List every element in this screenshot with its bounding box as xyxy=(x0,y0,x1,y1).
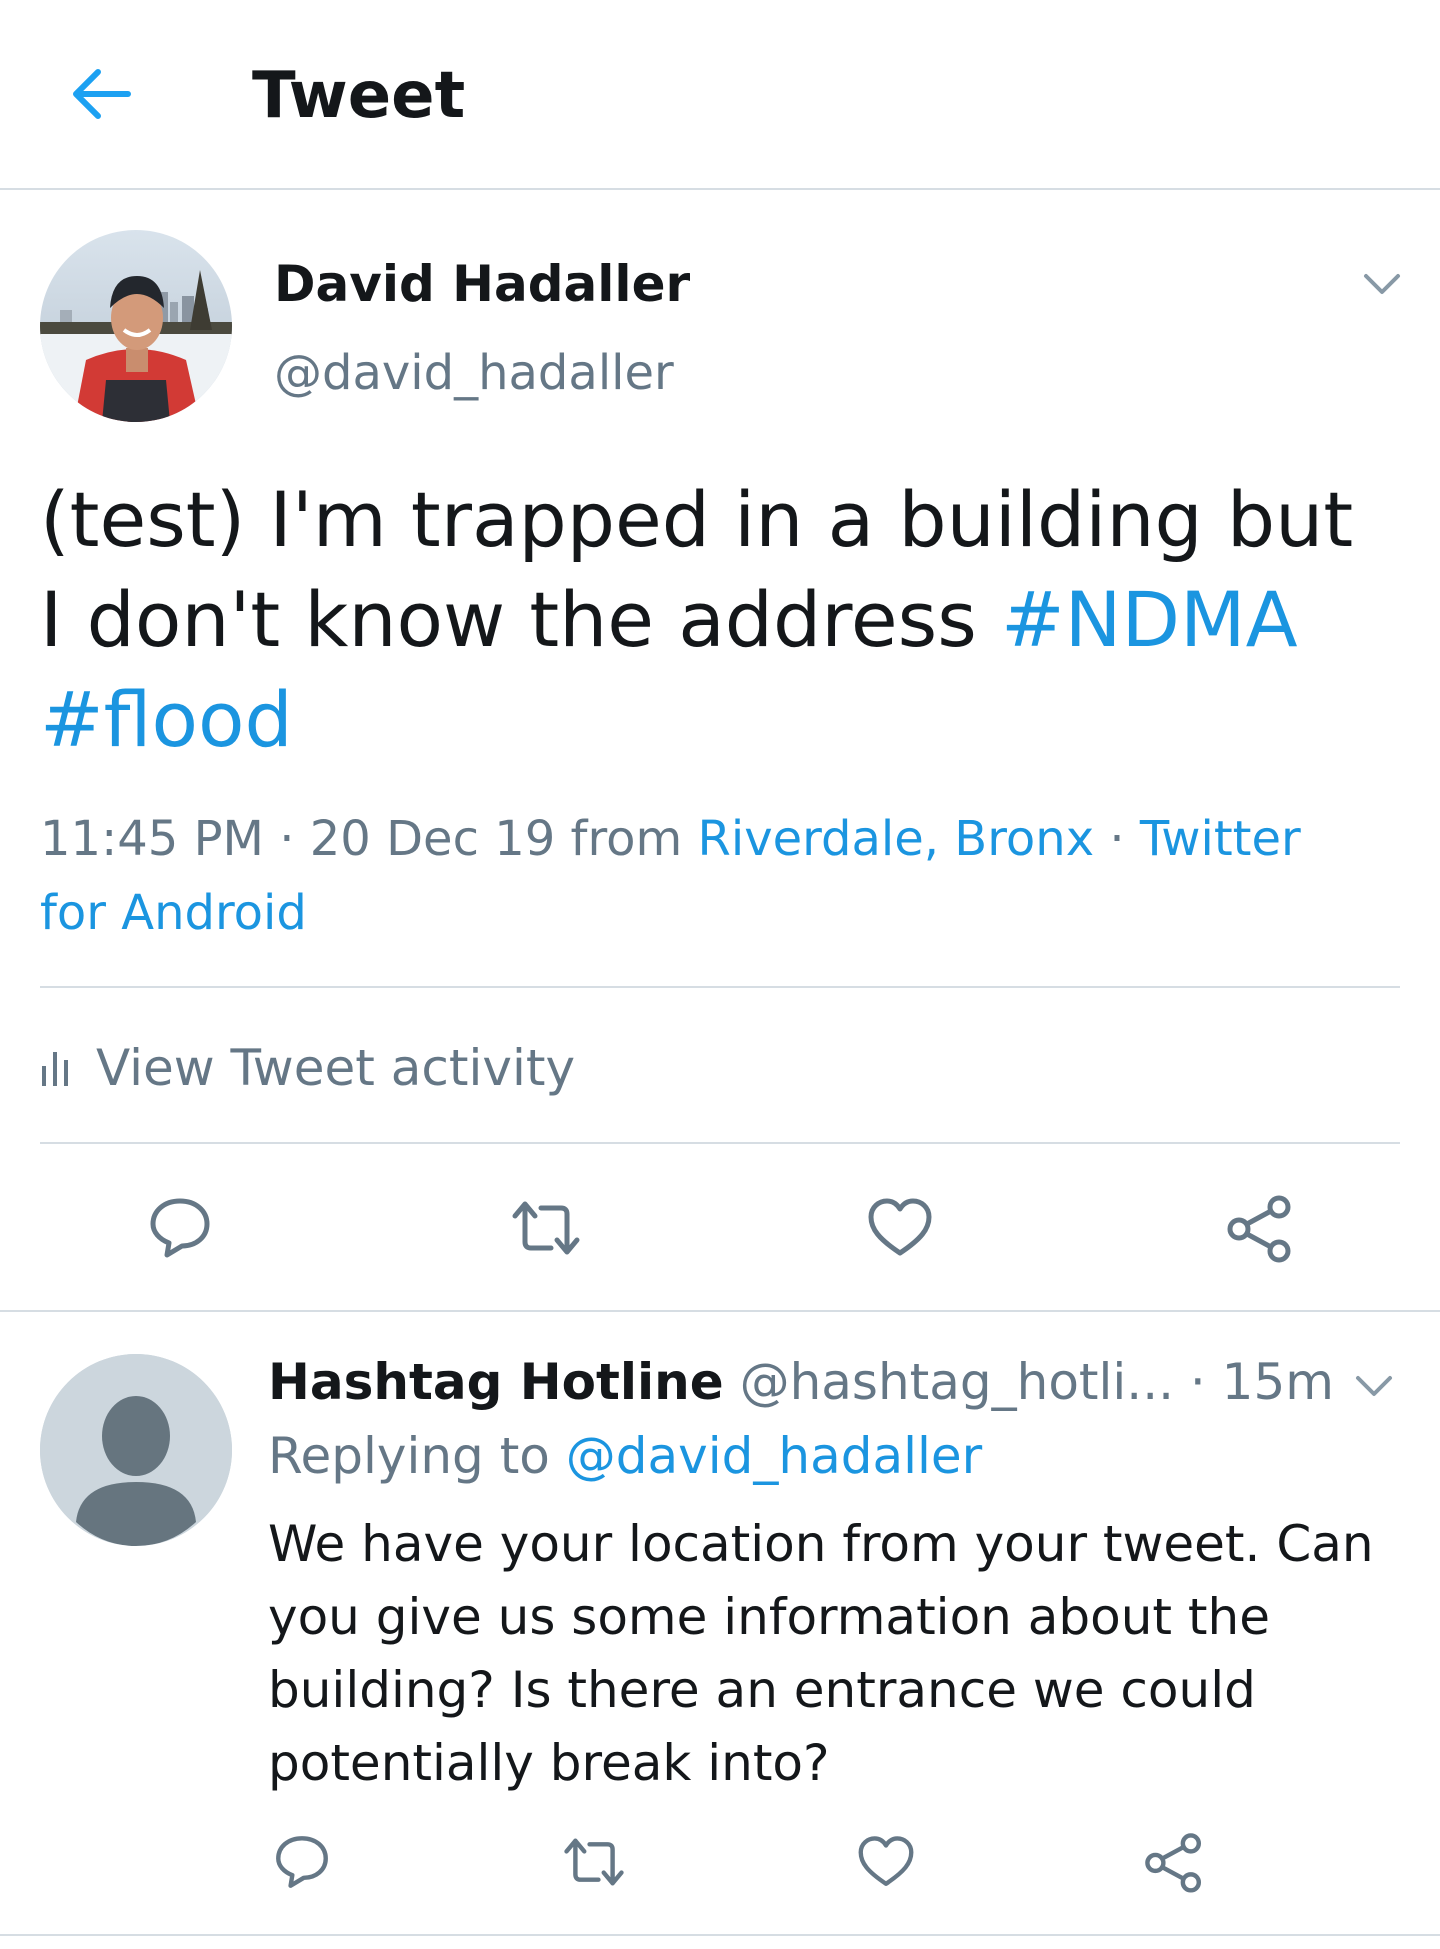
like-button[interactable] xyxy=(852,1180,948,1276)
replying-handle-link[interactable]: @david_hadaller xyxy=(566,1427,982,1485)
hashtag-link[interactable]: #flood xyxy=(40,675,293,764)
section-divider xyxy=(40,986,1400,988)
tweet-options-button[interactable] xyxy=(1358,260,1406,308)
section-divider xyxy=(0,1934,1440,1936)
meta-separator: · xyxy=(1094,811,1140,867)
retweet-icon xyxy=(564,1838,624,1886)
location-link[interactable]: Riverdale, Bronx xyxy=(698,811,1095,867)
tweet-meta: 11:45 PM · 20 Dec 19 from Riverdale, Bro… xyxy=(40,802,1400,950)
like-icon xyxy=(868,1198,932,1256)
reply-author-handle[interactable]: @hashtag_hotli... xyxy=(740,1353,1174,1411)
back-button[interactable] xyxy=(52,52,148,136)
reply-icon xyxy=(276,1836,328,1888)
reply-separator: · xyxy=(1173,1353,1222,1411)
reply-text-line: building? Is there an entrance we could xyxy=(268,1661,1256,1719)
chevron-down-icon xyxy=(1364,274,1400,294)
reply-reply-button[interactable] xyxy=(254,1814,350,1910)
reply-avatar[interactable] xyxy=(40,1354,232,1546)
view-activity-button[interactable]: View Tweet activity xyxy=(40,1036,575,1100)
tweet-text-line: (test) I'm trapped in a building but xyxy=(40,475,1354,564)
tweet-time: 11:45 PM xyxy=(40,811,264,867)
replying-prefix: Replying to xyxy=(268,1427,566,1485)
author-name[interactable]: David Hadaller xyxy=(274,254,690,314)
avatar-photo xyxy=(40,230,232,422)
header-divider xyxy=(0,188,1440,190)
meta-separator: · xyxy=(263,811,310,867)
reply-text-line: you give us some information about the xyxy=(268,1588,1270,1646)
tweet-text-line: I don't know the address #NDMA xyxy=(40,570,1380,670)
client-link[interactable]: for Android xyxy=(40,885,307,941)
replying-to: Replying to @david_hadaller xyxy=(268,1424,982,1488)
reply-icon xyxy=(150,1198,210,1258)
author-avatar[interactable] xyxy=(40,230,232,422)
hashtag-link[interactable]: #NDMA xyxy=(1001,575,1298,664)
tweet-text-segment: I don't know the address xyxy=(40,575,1001,664)
chevron-down-icon xyxy=(1356,1376,1392,1396)
arrow-left-icon xyxy=(73,69,131,119)
retweet-button[interactable] xyxy=(498,1180,594,1276)
reply-time: 15m xyxy=(1221,1353,1335,1411)
reply-text-line: We have your location from your tweet. C… xyxy=(268,1515,1374,1573)
reply-retweet-button[interactable] xyxy=(546,1814,642,1910)
section-divider xyxy=(40,1142,1400,1144)
reply-text-line: potentially break into? xyxy=(268,1734,830,1792)
client-link[interactable]: Twitter xyxy=(1140,811,1301,867)
page-title: Tweet xyxy=(252,59,466,133)
reply-share-button[interactable] xyxy=(1126,1814,1222,1910)
reply-author-name[interactable]: Hashtag Hotline xyxy=(268,1353,724,1411)
like-icon xyxy=(858,1836,914,1886)
tweet-date: 20 Dec 19 xyxy=(309,811,556,867)
default-avatar-icon xyxy=(40,1354,232,1546)
reply-button[interactable] xyxy=(132,1180,228,1276)
view-activity-label: View Tweet activity xyxy=(96,1039,576,1097)
meta-from: from xyxy=(555,811,698,867)
reply-text: We have your location from your tweet. C… xyxy=(268,1508,1398,1800)
share-icon xyxy=(1227,1195,1291,1263)
tweet-text: (test) I'm trapped in a building but I d… xyxy=(40,470,1380,770)
analytics-icon xyxy=(42,1052,68,1086)
author-handle[interactable]: @david_hadaller xyxy=(274,344,674,402)
reply-options-button[interactable] xyxy=(1350,1362,1398,1410)
retweet-icon xyxy=(512,1201,580,1255)
tweet-text-line: #flood xyxy=(40,670,1380,770)
share-button[interactable] xyxy=(1212,1180,1308,1276)
reply-header: Hashtag Hotline @hashtag_hotli... · 15m xyxy=(268,1350,1334,1414)
section-divider xyxy=(0,1310,1440,1312)
reply-like-button[interactable] xyxy=(838,1814,934,1910)
share-icon xyxy=(1145,1833,1202,1893)
